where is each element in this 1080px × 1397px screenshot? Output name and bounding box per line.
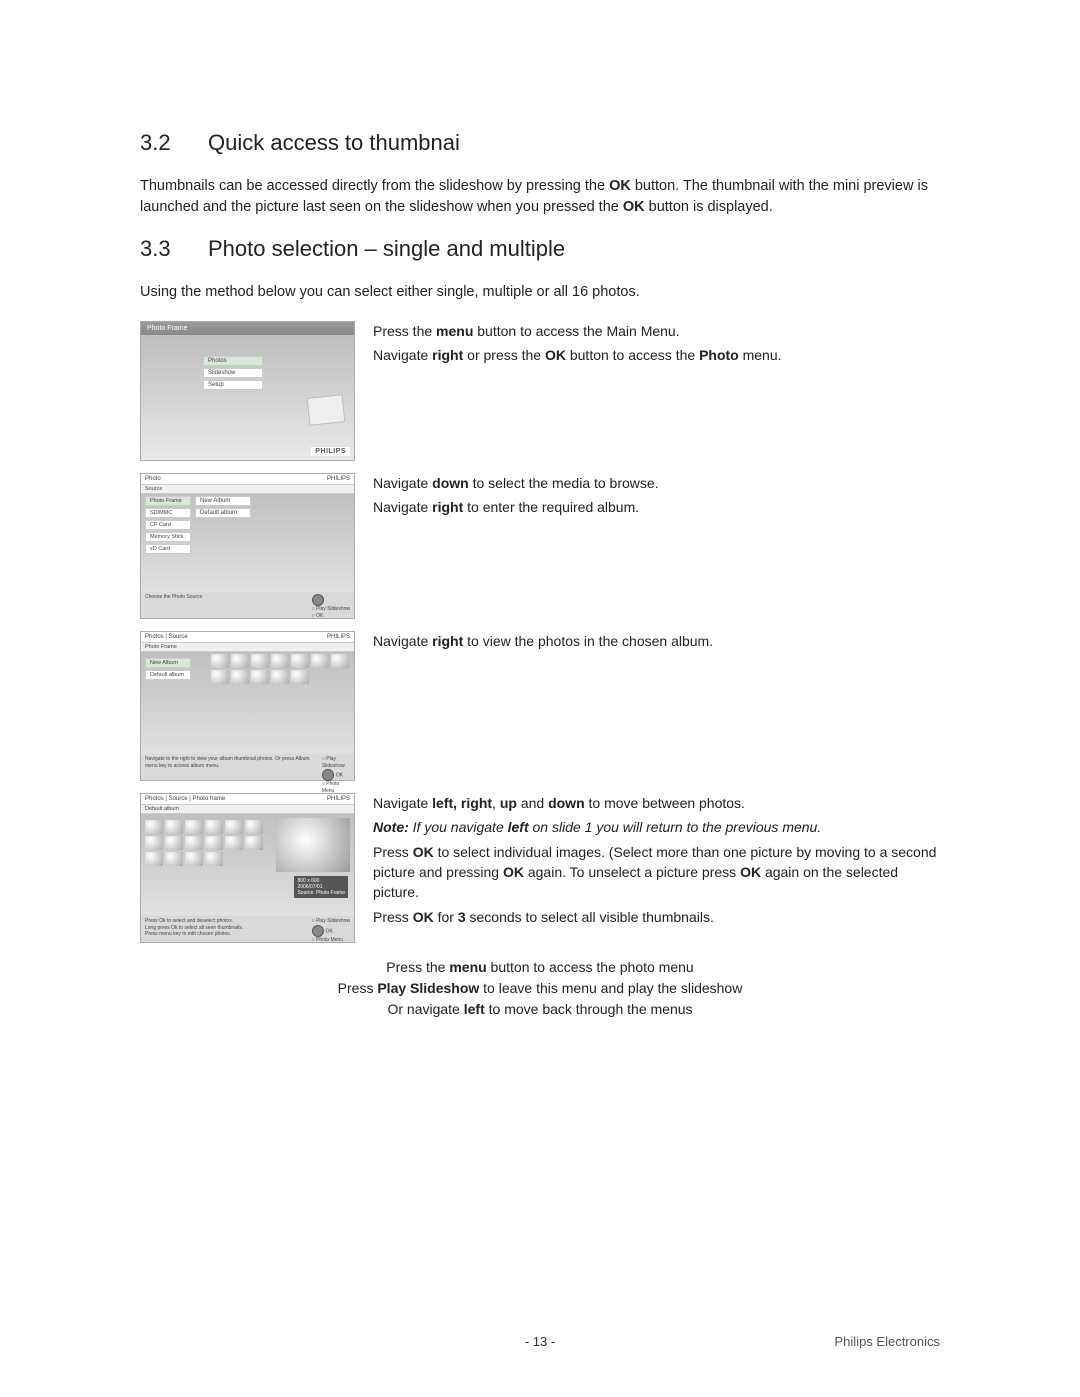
section-3-2-heading: 3.2 Quick access to thumbnai xyxy=(140,130,940,156)
thumbnail xyxy=(251,654,269,668)
note-text: Note: If you navigate left on slide 1 yo… xyxy=(373,817,940,837)
footer-brand: Philips Electronics xyxy=(835,1334,941,1349)
source-sd: SD/MMC xyxy=(145,508,191,518)
menu-item-photos: Photos xyxy=(203,356,263,366)
section-number: 3.3 xyxy=(140,236,180,262)
breadcrumb: Photo xyxy=(145,476,161,482)
step-row-3: Photos | Source PHILIPS Photo Frame New A… xyxy=(140,631,940,781)
thumbnail xyxy=(205,852,223,866)
thumbnail xyxy=(271,670,289,684)
album-default: Default album xyxy=(195,508,251,518)
thumbnail xyxy=(165,820,183,834)
album-list: New Album Default album xyxy=(195,496,251,520)
page-footer: - 13 - Philips Electronics xyxy=(140,1334,940,1349)
ok-button-icon xyxy=(312,925,324,937)
screenshot-source-menu: Photo PHILIPS Source Photo Frame SD/MMC C… xyxy=(140,473,355,619)
thumbnail xyxy=(165,852,183,866)
sub-header: Default album xyxy=(141,805,354,814)
section-3-3-heading: 3.3 Photo selection – single and multipl… xyxy=(140,236,940,262)
menu-item-setup: Setup xyxy=(203,380,263,390)
photo-preview-icon xyxy=(307,394,346,426)
thumbnail xyxy=(331,654,349,668)
source-xd: xD Card xyxy=(145,544,191,554)
album-new: New Album xyxy=(145,658,191,668)
source-cf: CF Card xyxy=(145,520,191,530)
brand-logo: PHILIPS xyxy=(327,476,350,482)
menu-item-slideshow: Slideshow xyxy=(203,368,263,378)
section-3-2-body: Thumbnails can be accessed directly from… xyxy=(140,176,940,218)
closing-instructions: Press the menu button to access the phot… xyxy=(140,957,940,1020)
thumbnail xyxy=(205,820,223,834)
step-row-1: Photo Frame Photos Slideshow Setup PHILI… xyxy=(140,321,940,461)
thumbnail xyxy=(185,820,203,834)
step-4-text: Navigate left, right, up and down to mov… xyxy=(373,793,940,943)
thumbnail xyxy=(251,670,269,684)
source-photo-frame: Photo Frame xyxy=(145,496,191,506)
thumbnail xyxy=(231,670,249,684)
thumbnail xyxy=(145,820,163,834)
step-2-text: Navigate down to select the media to bro… xyxy=(373,473,940,619)
source-ms: Memory Stick xyxy=(145,532,191,542)
step-1-text: Press the menu button to access the Main… xyxy=(373,321,940,461)
thumbnail xyxy=(205,836,223,850)
ok-button-icon xyxy=(322,769,334,781)
thumbnail xyxy=(165,836,183,850)
photo-metadata: 800 x 600 2006/07/01 Source: Photo Frame xyxy=(294,876,348,898)
thumbnail xyxy=(211,670,229,684)
album-new: New Album xyxy=(195,496,251,506)
screenshot-footer: Navigate to the right to view your album… xyxy=(141,754,354,780)
step-row-4: Photos | Source | Photo frame PHILIPS Def… xyxy=(140,793,940,943)
thumbnail xyxy=(185,852,203,866)
thumbnail xyxy=(311,654,329,668)
breadcrumb: Photos | Source | Photo frame xyxy=(145,796,225,802)
thumbnail xyxy=(245,836,263,850)
section-3-3-intro: Using the method below you can select ei… xyxy=(140,282,940,303)
breadcrumb: Photos | Source xyxy=(145,634,188,640)
thumbnail xyxy=(271,654,289,668)
step-row-2: Photo PHILIPS Source Photo Frame SD/MMC C… xyxy=(140,473,940,619)
thumbnail-grid xyxy=(211,654,350,684)
thumbnail xyxy=(291,654,309,668)
thumbnail xyxy=(185,836,203,850)
step-3-text: Navigate right to view the photos in the… xyxy=(373,631,940,781)
screenshot-footer: Press Ok to select and deselect photos. … xyxy=(141,916,354,942)
main-menu-list: Photos Slideshow Setup xyxy=(203,356,263,392)
screenshot-footer: Choose the Photo Source ○ Play Slideshow… xyxy=(141,592,354,618)
album-list: New Album Default album xyxy=(145,658,191,682)
sub-header: Photo Frame xyxy=(141,643,354,652)
thumbnail xyxy=(225,836,243,850)
thumbnail xyxy=(291,670,309,684)
section-title: Photo selection – single and multiple xyxy=(208,236,565,262)
thumbnail xyxy=(225,820,243,834)
page-number: - 13 - xyxy=(525,1334,555,1349)
brand-logo: PHILIPS xyxy=(327,796,350,802)
thumbnail xyxy=(145,852,163,866)
brand-logo: PHILIPS xyxy=(311,447,350,456)
source-list: Photo Frame SD/MMC CF Card Memory Stick … xyxy=(145,496,191,556)
section-title: Quick access to thumbnai xyxy=(208,130,460,156)
manual-page: 3.2 Quick access to thumbnai Thumbnails … xyxy=(0,0,1080,1397)
screenshot-photo-grid: Photos | Source | Photo frame PHILIPS Def… xyxy=(140,793,355,943)
frame-title: Photo Frame xyxy=(141,322,354,335)
screenshot-album-thumbs: Photos | Source PHILIPS Photo Frame New A… xyxy=(140,631,355,781)
sub-header: Source xyxy=(141,485,354,494)
thumbnail xyxy=(145,836,163,850)
section-number: 3.2 xyxy=(140,130,180,156)
screenshot-main-menu: Photo Frame Photos Slideshow Setup PHILI… xyxy=(140,321,355,461)
thumbnail xyxy=(231,654,249,668)
album-default: Default album xyxy=(145,670,191,680)
thumbnail xyxy=(245,820,263,834)
thumbnail xyxy=(211,654,229,668)
brand-logo: PHILIPS xyxy=(327,634,350,640)
selected-photo-preview xyxy=(276,818,350,872)
ok-button-icon xyxy=(312,594,324,606)
thumbnail-grid xyxy=(145,820,270,866)
